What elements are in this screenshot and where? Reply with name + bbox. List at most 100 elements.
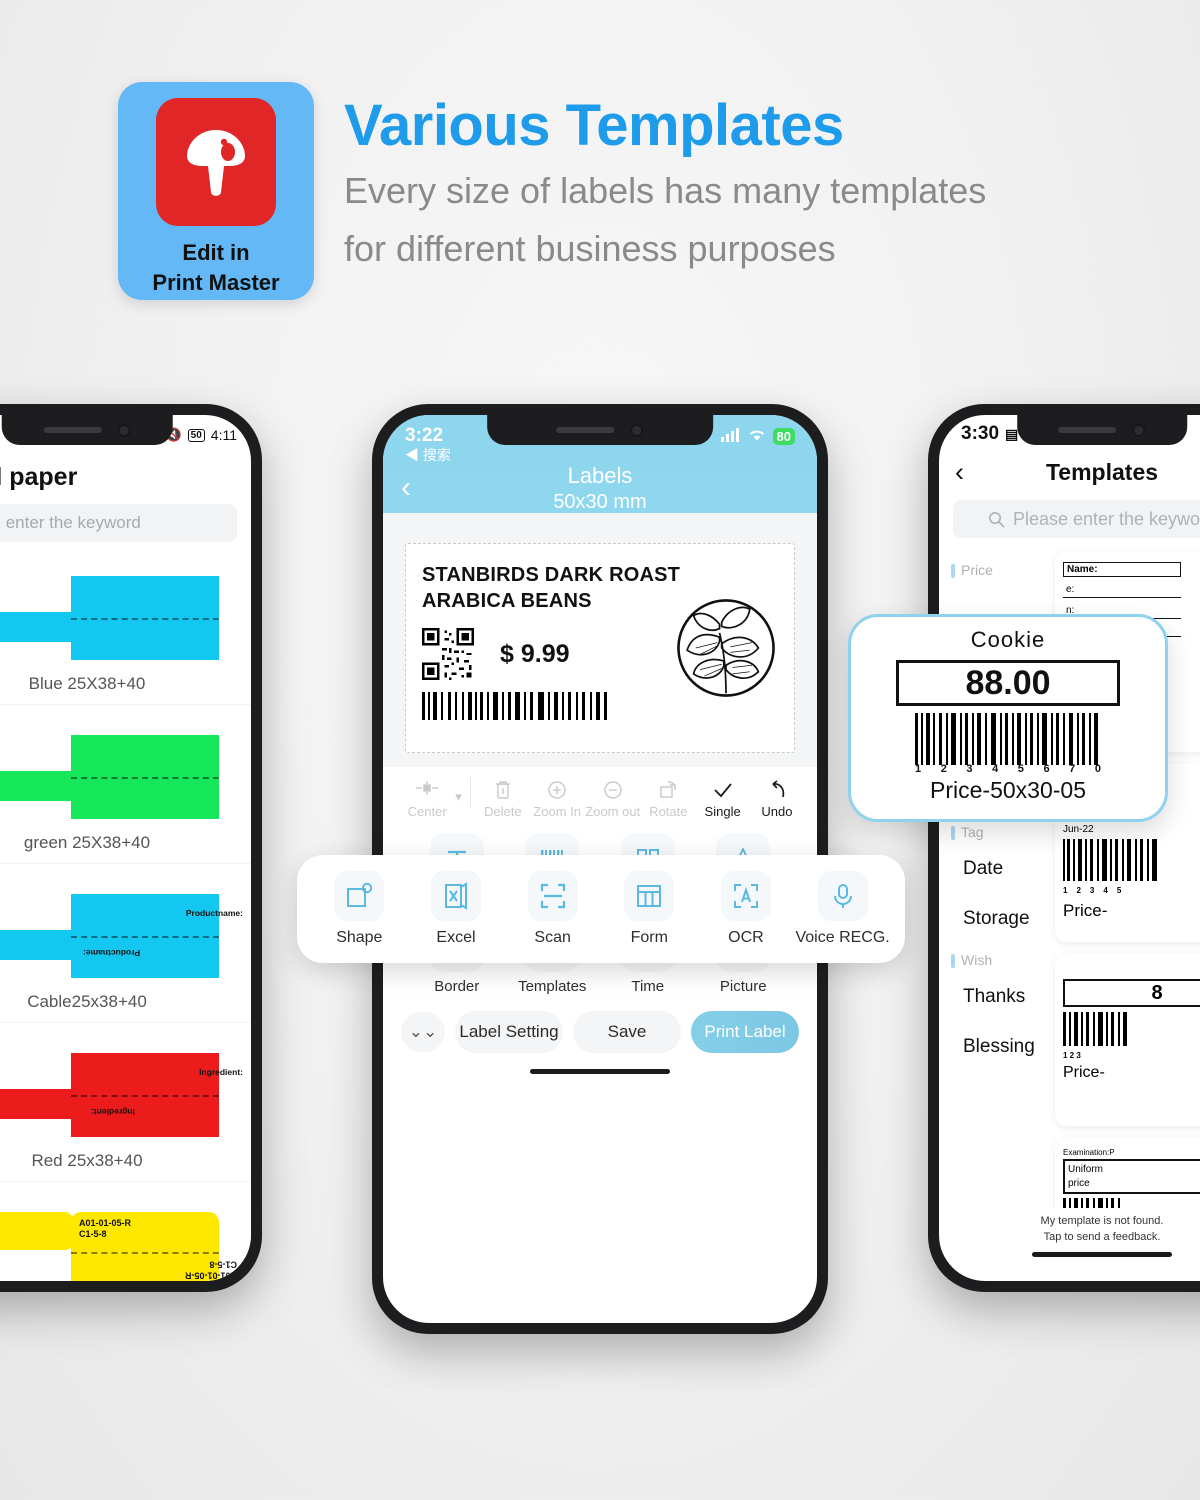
list-item[interactable]: Productname: Productname: Cable25x38+40 <box>0 874 251 1023</box>
list-item-label: green 25X38+40 <box>23 833 151 852</box>
barcode <box>1063 1198 1120 1208</box>
tool-zoom-out[interactable]: Zoom out <box>585 779 640 819</box>
save-button[interactable]: Save <box>573 1011 681 1053</box>
tool-label: Picture <box>719 978 767 995</box>
tag-text-mirror: Ingredient: <box>91 1107 135 1117</box>
template-line-2: price <box>1068 1177 1090 1189</box>
phone-right: 3:30 ▤ ‹ Templates Please enter the keyw… <box>928 404 1200 1292</box>
nav-subtitle: 50x30 mm <box>553 490 647 513</box>
collapse-button[interactable]: ⌄⌄ <box>401 1012 445 1052</box>
tool-label: Center <box>407 804 447 819</box>
tag-text: Productname: <box>185 908 243 918</box>
app-badge-text: Edit in Print Master <box>152 238 279 297</box>
tool-delete[interactable]: Delete <box>477 779 529 819</box>
list-item[interactable]: green 25X38+40 <box>0 715 251 864</box>
feedback-note[interactable]: My template is not found. Tap to send a … <box>939 1208 1200 1246</box>
divider <box>469 777 471 807</box>
nav-bar-right: ‹ Templates <box>939 445 1200 498</box>
list-item[interactable]: Blue 25X38+40 <box>0 556 251 705</box>
search-icon <box>988 511 1005 528</box>
template-card[interactable]: Examination:P Uniform price 1 2 3 Price- <box>1055 1138 1200 1208</box>
sidebar-item-thanks[interactable]: Thanks <box>939 972 1049 1022</box>
qr-code <box>422 628 474 680</box>
wifi-icon <box>748 428 766 445</box>
tool-center[interactable]: Center <box>401 779 453 819</box>
tool-zoom-in[interactable]: Zoom In <box>531 779 583 819</box>
template-card[interactable]: C 8 1 2 3 Price- <box>1055 954 1200 1126</box>
notch-right <box>1017 415 1187 445</box>
promo-header: Edit in Print Master Various Templates E… <box>118 82 986 300</box>
search-input-left[interactable]: Please enter the keyword <box>0 504 237 542</box>
template-callout[interactable]: Cookie 88.00 12 34 56 70 Price-50x30-05 <box>848 614 1168 822</box>
tool-ocr[interactable]: OCR <box>700 871 792 947</box>
tool-voice-recg[interactable]: Voice RECG. <box>795 871 890 947</box>
label-preview[interactable]: STANBIRDS DARK ROAST ARABICA BEANS $ 9.9… <box>405 543 795 753</box>
label-price: $ 9.99 <box>500 639 570 668</box>
secondary-toolbar: Center ▾ Delete Zoom In Zoom out Rotate <box>383 767 817 827</box>
template-name: C <box>1063 964 1200 979</box>
tool-label: Voice RECG. <box>795 929 890 946</box>
tag-text-mirror: Productname: <box>83 948 141 958</box>
list-item[interactable]: A01-01-05-R C1-5-8 A01-01-05-R C1-5-8 <box>0 1192 251 1281</box>
sidebar-item-date[interactable]: Date <box>939 844 1049 894</box>
sidebar-item-blessing[interactable]: Blessing <box>939 1022 1049 1072</box>
tool-form[interactable]: Form <box>603 871 695 947</box>
template-header: Examination:P <box>1063 1148 1115 1157</box>
scan-icon <box>527 871 578 921</box>
tool-label: Zoom In <box>533 804 581 819</box>
callout-price-box: 88.00 <box>896 660 1120 706</box>
tool-excel[interactable]: Excel <box>410 871 502 947</box>
subtitle-line-2: for different business purposes <box>344 228 836 270</box>
field-e: e: <box>1063 577 1181 598</box>
leaf-circle-illustration <box>677 599 775 697</box>
earpiece-speaker <box>43 427 102 433</box>
clock-left: 4:11 <box>210 427 237 443</box>
ocr-icon <box>720 871 771 921</box>
barcode <box>422 692 607 720</box>
nav-title: Templates <box>1045 459 1159 485</box>
sidebar-group-price: Price <box>939 554 1049 582</box>
badge-line-2: Print Master <box>152 269 280 295</box>
chevron-down-icon[interactable]: ▾ <box>455 789 462 805</box>
sidebar-item-storage[interactable]: Storage <box>939 894 1049 944</box>
feedback-line-2: Tap to send a feedback. <box>1043 1230 1161 1243</box>
tool-rotate[interactable]: Rotate <box>642 779 694 819</box>
barcode <box>1063 1012 1127 1046</box>
print-label-button[interactable]: Print Label <box>691 1011 799 1053</box>
callout-barcode <box>915 713 1098 765</box>
tool-single[interactable]: Single <box>696 779 748 819</box>
tag-text: Ingredient: <box>199 1067 243 1077</box>
tool-label: Time <box>631 978 665 995</box>
home-indicator <box>530 1069 670 1074</box>
mushroom-logo-icon <box>156 98 276 226</box>
callout-barcode-digits: 12 34 56 70 <box>915 763 1101 775</box>
list-item[interactable]: Ingredient: Ingredient: Red 25x38+40 <box>0 1033 251 1182</box>
template-caption: Price- <box>1063 901 1108 920</box>
barcode <box>1063 839 1157 881</box>
tag-text: A01-01-05-R C1-5-8 <box>79 1218 132 1240</box>
tool-label: Single <box>704 804 741 819</box>
nav-title: Labels <box>567 462 633 488</box>
template-price: 8 <box>1063 979 1200 1007</box>
tool-label: Shape <box>336 929 383 946</box>
tool-undo[interactable]: Undo <box>751 779 803 819</box>
field-name: Name: <box>1063 562 1181 577</box>
tool-label: Excel <box>436 929 476 946</box>
tool-label: Templates <box>518 978 587 995</box>
label-canvas[interactable]: STANBIRDS DARK ROAST ARABICA BEANS $ 9.9… <box>383 513 817 767</box>
search-placeholder: Please enter the keyword <box>1012 508 1200 529</box>
callout-product-name: Cookie <box>970 627 1046 652</box>
label-paper-title: Label paper <box>0 463 78 491</box>
sidebar-group-wish: Wish <box>939 944 1049 972</box>
clock-mid: 3:22 <box>405 425 444 446</box>
callout-price: 88.00 <box>965 663 1051 702</box>
tool-shape[interactable]: Shape <box>313 871 405 947</box>
label-setting-button[interactable]: Label Setting <box>455 1011 563 1053</box>
search-input-right[interactable]: Please enter the keyword <box>953 500 1200 538</box>
tool-scan[interactable]: Scan <box>507 871 599 947</box>
clock-right: 3:30 <box>961 423 1000 444</box>
bottom-action-bar: ⌄⌄ Label Setting Save Print Label <box>383 997 817 1061</box>
front-camera <box>1132 423 1146 437</box>
tool-label: Border <box>434 978 480 995</box>
phone-left: ✻ 🔇 50 4:11 Label paper Please enter the… <box>0 404 262 1292</box>
